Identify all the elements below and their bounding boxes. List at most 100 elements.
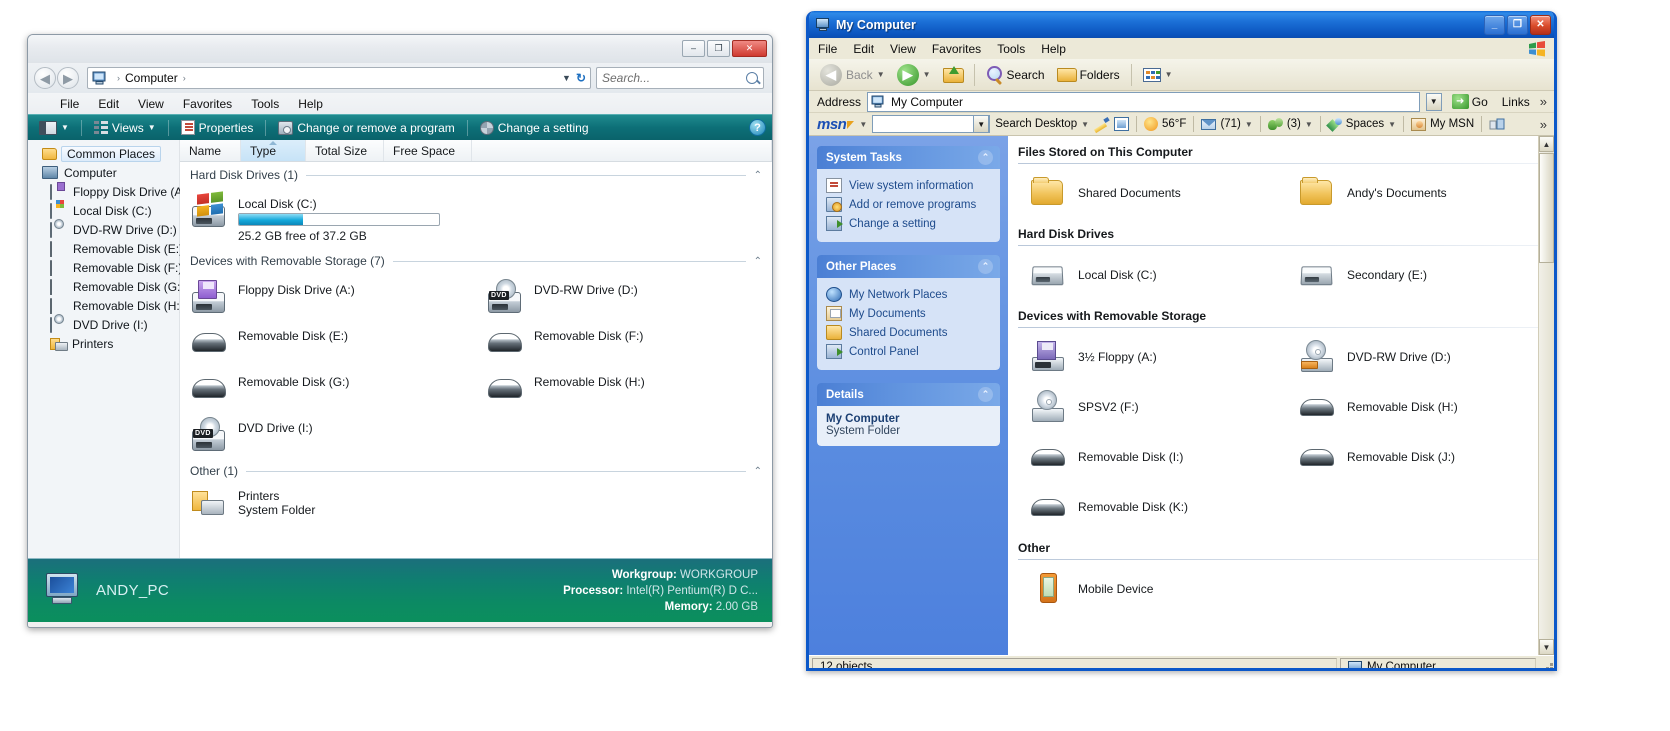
links-label[interactable]: Links bbox=[1498, 95, 1534, 109]
menu-tools[interactable]: Tools bbox=[997, 42, 1025, 56]
scroll-up-button[interactable]: ▲ bbox=[1539, 136, 1554, 152]
nav-item-dvdrw-d[interactable]: DVD-RW Drive (D:) bbox=[28, 220, 179, 239]
list-item-removable-i[interactable]: Removable Disk (I:) bbox=[1016, 432, 1285, 482]
up-button[interactable] bbox=[938, 62, 968, 88]
group-header-other[interactable]: Other (1) ⌃ bbox=[180, 458, 772, 480]
chevron-up-icon[interactable]: ⌃ bbox=[754, 170, 762, 181]
list-item-dvdrw-d[interactable]: DVD-RW Drive (D:) bbox=[1285, 332, 1554, 382]
xp-titlebar[interactable]: My Computer _ ❐ ✕ bbox=[809, 11, 1554, 38]
task-view-system-information[interactable]: View system information bbox=[826, 176, 992, 195]
search-button[interactable]: Search bbox=[981, 62, 1050, 88]
column-type[interactable]: Type bbox=[241, 140, 306, 161]
vista-titlebar[interactable]: – ❐ ✕ bbox=[28, 35, 772, 63]
menu-edit[interactable]: Edit bbox=[853, 42, 874, 56]
column-name[interactable]: Name bbox=[180, 140, 241, 161]
place-shared-documents[interactable]: Shared Documents bbox=[826, 323, 992, 342]
folders-button[interactable]: Folders bbox=[1052, 62, 1125, 88]
xp-address-bar[interactable]: Address My Computer ▼ ➜ Go Links » bbox=[809, 91, 1554, 113]
vista-menu-bar[interactable]: File Edit View Favorites Tools Help bbox=[28, 93, 772, 114]
chevron-down-icon[interactable]: ▼ bbox=[859, 120, 867, 129]
list-item-removable-h[interactable]: Removable Disk (H:) bbox=[1285, 382, 1554, 432]
change-setting-button[interactable]: Change a setting bbox=[475, 117, 594, 138]
list-item-secondary-e[interactable]: Secondary (E:) bbox=[1285, 250, 1554, 300]
menu-file[interactable]: File bbox=[60, 97, 79, 111]
list-item-removable-g[interactable]: Removable Disk (G:) bbox=[180, 366, 476, 412]
place-control-panel[interactable]: Control Panel bbox=[826, 342, 992, 361]
close-button[interactable]: ✕ bbox=[732, 40, 767, 57]
maximize-button[interactable]: ❐ bbox=[1507, 14, 1528, 35]
views-button[interactable]: ▼ bbox=[1138, 62, 1178, 88]
chevron-down-icon[interactable]: ▼ bbox=[923, 70, 931, 79]
vista-toolbar[interactable]: ▼ Views ▼ Properties Change or remove a … bbox=[28, 114, 772, 140]
place-my-network-places[interactable]: My Network Places bbox=[826, 285, 992, 304]
nav-item-removable-g[interactable]: Removable Disk (G:) bbox=[28, 277, 184, 296]
chevron-up-icon[interactable]: ⌃ bbox=[754, 256, 762, 267]
menu-edit[interactable]: Edit bbox=[98, 97, 119, 111]
list-item-floppy-a[interactable]: 3½ Floppy (A:) bbox=[1016, 332, 1285, 382]
msn-search-dropdown[interactable]: ▼ bbox=[973, 115, 990, 133]
chevron-down-icon[interactable]: ▼ bbox=[148, 123, 156, 132]
search-input[interactable]: Search... bbox=[596, 67, 764, 89]
list-item-dvd-i[interactable]: DVD DVD Drive (I:) bbox=[180, 412, 476, 458]
spaces-button[interactable]: Spaces ▼ bbox=[1328, 117, 1396, 131]
nav-item-printers[interactable]: Printers bbox=[28, 334, 179, 353]
breadcrumb-computer[interactable]: Computer bbox=[125, 71, 178, 85]
vertical-scrollbar[interactable]: ▲ ▼ bbox=[1538, 136, 1554, 655]
column-free-space[interactable]: Free Space bbox=[384, 140, 472, 161]
chevron-up-icon[interactable]: ⌃ bbox=[978, 387, 993, 402]
chevron-down-icon[interactable]: ▼ bbox=[1388, 120, 1396, 129]
vista-navigation-pane[interactable]: Common Places Computer Floppy Disk Drive… bbox=[28, 140, 190, 558]
properties-button[interactable]: Properties bbox=[176, 117, 259, 138]
scroll-down-button[interactable]: ▼ bbox=[1539, 639, 1554, 655]
help-button[interactable]: ? bbox=[749, 119, 766, 136]
nav-arrows[interactable]: ◀ ▶ bbox=[34, 67, 79, 89]
menu-tools[interactable]: Tools bbox=[251, 97, 279, 111]
chevron-up-icon[interactable]: ⌃ bbox=[978, 259, 993, 274]
vista-computer-window[interactable]: – ❐ ✕ ◀ ▶ › Computer › ▼ ↻ Search... Fil… bbox=[27, 34, 773, 628]
minimize-button[interactable]: – bbox=[682, 40, 705, 57]
column-total-size[interactable]: Total Size bbox=[306, 140, 384, 161]
maximize-button[interactable]: ❐ bbox=[707, 40, 730, 57]
chevron-down-icon[interactable]: ▼ bbox=[61, 123, 69, 132]
my-msn-button[interactable]: My MSN bbox=[1411, 117, 1474, 131]
list-item-removable-k[interactable]: Removable Disk (K:) bbox=[1016, 482, 1285, 532]
weather-button[interactable]: 56°F bbox=[1144, 117, 1186, 131]
address-input[interactable]: My Computer bbox=[867, 91, 1420, 112]
list-item-dvdrw-d[interactable]: DVD DVD-RW Drive (D:) bbox=[476, 274, 772, 320]
chevron-up-icon[interactable]: ⌃ bbox=[978, 150, 993, 165]
messenger-button[interactable]: (3) ▼ bbox=[1267, 117, 1313, 131]
panel-details[interactable]: Details ⌃ My Computer System Folder bbox=[817, 383, 1000, 446]
list-item-mobile-device[interactable]: Mobile Device bbox=[1016, 564, 1285, 614]
vista-window-controls[interactable]: – ❐ ✕ bbox=[682, 40, 767, 57]
go-button[interactable]: ➜ Go bbox=[1448, 94, 1492, 109]
chevron-down-icon[interactable]: ▼ bbox=[557, 73, 576, 83]
list-item-local-disk-c[interactable]: Local Disk (C:) 25.2 GB free of 37.2 GB bbox=[180, 188, 772, 248]
address-dropdown-button[interactable]: ▼ bbox=[1425, 92, 1442, 111]
list-item-shared-documents[interactable]: Shared Documents bbox=[1016, 168, 1285, 218]
xp-file-list[interactable]: Files Stored on This Computer Shared Doc… bbox=[1008, 136, 1554, 655]
list-item-removable-h[interactable]: Removable Disk (H:) bbox=[476, 366, 772, 412]
panel-other-places[interactable]: Other Places ⌃ My Network Places My Docu… bbox=[817, 255, 1000, 370]
xp-toolbar[interactable]: ◀ Back ▼ ▶ ▼ Search Folders ▼ bbox=[809, 59, 1554, 91]
menu-view[interactable]: View bbox=[138, 97, 164, 111]
nav-item-common-places[interactable]: Common Places bbox=[28, 144, 179, 163]
overflow-chevron-icon[interactable]: » bbox=[1540, 117, 1550, 132]
layout-button[interactable]: ▼ bbox=[34, 117, 74, 138]
column-empty[interactable] bbox=[472, 140, 772, 161]
group-header-hard-disk-drives[interactable]: Hard Disk Drives (1) ⌃ bbox=[180, 162, 772, 184]
msn-logo[interactable]: msn bbox=[817, 116, 855, 133]
forward-icon[interactable]: ▶ bbox=[57, 67, 79, 89]
menu-file[interactable]: File bbox=[818, 42, 837, 56]
panel-header[interactable]: System Tasks ⌃ bbox=[817, 146, 1000, 169]
column-header-row[interactable]: Name Type Total Size Free Space bbox=[180, 140, 772, 162]
highlight-icon[interactable] bbox=[1094, 118, 1109, 131]
menu-favorites[interactable]: Favorites bbox=[183, 97, 232, 111]
panel-header[interactable]: Other Places ⌃ bbox=[817, 255, 1000, 278]
overflow-chevron-icon[interactable]: » bbox=[1540, 94, 1550, 109]
xp-menu-bar[interactable]: File Edit View Favorites Tools Help bbox=[809, 38, 1554, 59]
panel-header[interactable]: Details ⌃ bbox=[817, 383, 1000, 406]
nav-item-removable-f[interactable]: Removable Disk (F:) bbox=[28, 258, 182, 277]
refresh-icon[interactable]: ↻ bbox=[576, 71, 586, 85]
list-item-local-disk-c[interactable]: Local Disk (C:) bbox=[1016, 250, 1285, 300]
back-icon[interactable]: ◀ bbox=[34, 67, 56, 89]
